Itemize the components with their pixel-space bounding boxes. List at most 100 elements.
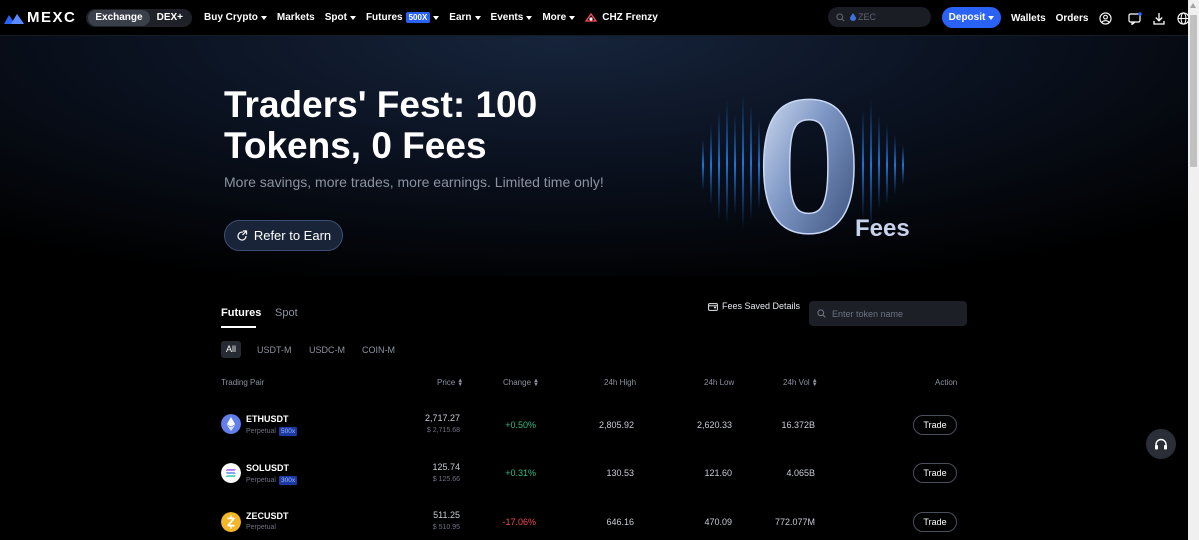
chz-icon <box>585 12 598 22</box>
pair-type: Perpetual <box>246 524 276 531</box>
zec-coin-icon <box>221 512 241 532</box>
user-icon[interactable] <box>1098 11 1112 25</box>
nav-futures[interactable]: Futures 500X <box>365 12 440 23</box>
change-value: -17.06% <box>502 517 536 527</box>
wallets-link[interactable]: Wallets <box>1011 13 1046 24</box>
header-24h-low: 24h Low <box>704 378 734 387</box>
nav-earn[interactable]: Earn <box>449 12 481 23</box>
nav-more[interactable]: More <box>542 12 576 23</box>
search-icon <box>836 12 845 22</box>
high-value: 130.53 <box>606 468 634 478</box>
header-24h-vol[interactable]: 24h Vol ▲ ▼ <box>783 377 818 388</box>
filter-all[interactable]: All <box>221 341 242 358</box>
chevron-down-icon <box>349 15 356 20</box>
scrollbar-thumb[interactable] <box>1190 15 1197 167</box>
filter-usdt-m[interactable]: USDT-M <box>257 343 292 357</box>
header-24h-low-label: 24h Low <box>704 378 735 387</box>
header-trading-pair-label: Trading Pair <box>221 378 265 387</box>
tab-futures[interactable]: Futures <box>221 307 261 319</box>
volume-value: 16.372B <box>781 420 815 430</box>
header-price-label: Price <box>437 378 456 387</box>
price-value: 511.25 <box>433 510 460 520</box>
chevron-down-icon <box>433 15 440 20</box>
eth-coin-icon <box>221 414 241 434</box>
nav-markets[interactable]: Markets <box>277 12 315 23</box>
token-search-input[interactable]: Enter token name <box>809 301 967 326</box>
nav-chz-frenzy[interactable]: CHZ Frenzy <box>585 12 658 24</box>
header-24h-high-label: 24h High <box>604 378 637 387</box>
tab-spot[interactable]: Spot <box>275 307 298 319</box>
trade-button[interactable]: Trade <box>913 415 957 435</box>
leverage-badge: 300x <box>278 476 298 485</box>
chevron-down-icon <box>988 15 995 20</box>
refer-to-earn-button[interactable]: Refer to Earn <box>224 220 343 251</box>
logo-text: MEXC <box>27 9 77 26</box>
price-value: 125.74 <box>432 462 460 472</box>
wallet-icon <box>708 302 718 311</box>
download-icon[interactable] <box>1152 11 1166 25</box>
header-change[interactable]: Change ▲ ▼ <box>503 377 539 388</box>
header-trading-pair: Trading Pair <box>221 378 264 387</box>
deposit-button[interactable]: Deposit <box>942 7 1001 28</box>
change-value: +0.50% <box>505 420 536 430</box>
fees-saved-label: Fees Saved Details <box>722 301 801 311</box>
nav-right-actions: Wallets Orders <box>1011 0 1199 36</box>
nav-spot[interactable]: Spot <box>325 12 356 23</box>
sol-coin-icon <box>221 463 241 483</box>
chevron-down-icon <box>526 15 533 20</box>
chevron-down-icon <box>474 15 481 20</box>
filter-usdc-m[interactable]: USDC-M <box>309 343 345 357</box>
zero-glyph: 0 <box>756 70 862 260</box>
pair-symbol: ETHUSDT <box>246 414 289 424</box>
sort-icon: ▲ ▼ <box>811 377 818 388</box>
exchange-dex-switch: Exchange DEX+ <box>86 8 192 27</box>
flame-icon <box>850 13 856 21</box>
dex-tab[interactable]: DEX+ <box>150 10 190 26</box>
nav-search-input[interactable]: ZEC <box>828 7 931 27</box>
message-icon[interactable] <box>1128 11 1143 25</box>
trade-button[interactable]: Trade <box>913 463 957 483</box>
fees-saved-details-link[interactable]: Fees Saved Details <box>708 301 800 311</box>
nav-events[interactable]: Events <box>491 12 533 23</box>
chz-frenzy-label: CHZ Frenzy <box>602 12 658 23</box>
pair-type: Perpetual 500x <box>246 427 298 436</box>
zero-fees-illustration: 0 Fees <box>702 70 910 260</box>
hero-subtitle: More savings, more trades, more earnings… <box>224 174 604 190</box>
pair-type-label: Perpetual <box>246 428 276 435</box>
high-value: 2,805.92 <box>598 420 634 430</box>
active-tab-indicator <box>221 326 256 328</box>
price-usd-value: $ 125.66 <box>432 476 460 483</box>
pair-type-label: Perpetual <box>246 477 276 484</box>
price-usd-value: $ 510.95 <box>432 524 460 531</box>
nav-buy-crypto[interactable]: Buy Crypto <box>204 12 267 23</box>
scroll-up-arrow-icon[interactable] <box>1190 3 1196 8</box>
header-24h-high: 24h High <box>604 378 636 387</box>
sort-icon: ▲ ▼ <box>533 377 539 388</box>
header-action-label: Action <box>935 378 958 387</box>
nav-earn-label: Earn <box>449 12 472 23</box>
mexc-mountain-icon <box>4 13 24 24</box>
orders-link[interactable]: Orders <box>1056 13 1089 24</box>
low-value: 121.60 <box>704 468 732 478</box>
header-action: Action <box>935 378 957 387</box>
mexc-logo[interactable]: MEXC <box>4 0 76 36</box>
low-value: 470.09 <box>704 517 732 527</box>
high-value: 646.16 <box>606 517 634 527</box>
header-change-label: Change <box>503 378 532 387</box>
nav-markets-label: Markets <box>276 12 315 23</box>
token-search-placeholder: Enter token name <box>832 308 904 319</box>
nav-futures-label: Futures <box>365 12 403 23</box>
customer-support-button[interactable] <box>1146 429 1176 459</box>
volume-value: 4.065B <box>786 468 815 478</box>
fees-glyph: Fees <box>855 215 910 242</box>
filter-coin-m[interactable]: COIN-M <box>362 343 395 357</box>
header-price[interactable]: Price ▲ ▼ <box>437 378 463 388</box>
volume-value: 772.077M <box>774 517 815 527</box>
nav-spot-label: Spot <box>324 12 347 23</box>
price-value: 2,717.27 <box>424 413 460 423</box>
exchange-tab[interactable]: Exchange <box>88 9 150 26</box>
refer-icon <box>237 229 247 241</box>
headset-icon <box>1155 438 1167 449</box>
leverage-badge: 500x <box>278 427 298 436</box>
trade-button[interactable]: Trade <box>913 512 957 532</box>
